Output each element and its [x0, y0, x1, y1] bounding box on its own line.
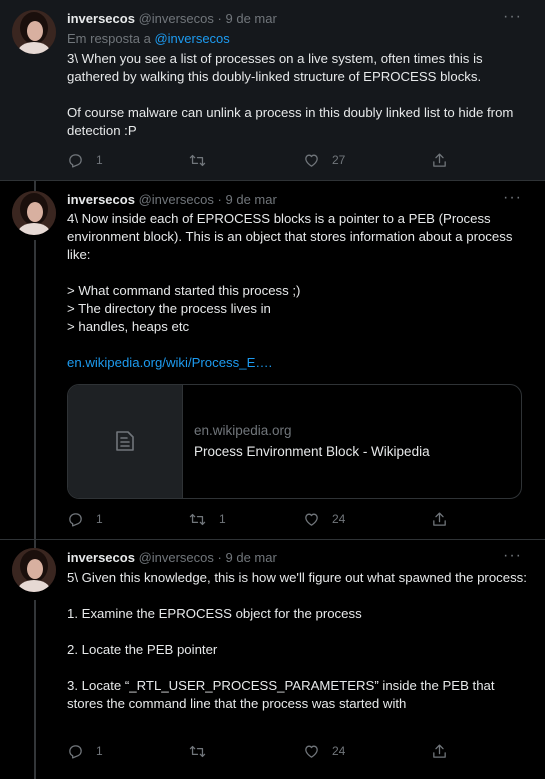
tweet-date[interactable]: 9 de mar	[226, 192, 277, 207]
more-horizontal-icon[interactable]: ···	[503, 548, 521, 569]
author-name[interactable]: inversecos	[67, 192, 135, 207]
like-count: 27	[332, 153, 346, 167]
tweet-paragraph: 4\ Now inside each of EPROCESS blocks is…	[67, 211, 513, 262]
tweet-actions: 1 27	[67, 150, 467, 170]
retweet-icon	[189, 154, 206, 166]
retweet-count: 1	[219, 512, 226, 526]
author-handle[interactable]: @inversecos	[139, 192, 214, 207]
tweet-paragraph: > What command started this process ;) >…	[67, 283, 301, 334]
link-preview-card[interactable]: en.wikipedia.org Process Environment Blo…	[67, 384, 522, 499]
more-horizontal-icon[interactable]: ···	[503, 190, 521, 211]
share-icon	[433, 152, 446, 167]
reply-button[interactable]: 1	[67, 741, 103, 761]
reply-count: 1	[96, 744, 103, 758]
more-horizontal-icon[interactable]: ···	[503, 9, 521, 30]
heart-icon	[305, 154, 318, 167]
tweet-header: inversecos @inversecos · 9 de mar	[67, 10, 277, 28]
heart-icon	[305, 513, 318, 526]
author-handle[interactable]: @inversecos	[139, 550, 214, 565]
share-button[interactable]	[431, 509, 460, 529]
author-name[interactable]: inversecos	[67, 11, 135, 26]
tweet-paragraph: Of course malware can unlink a process i…	[67, 105, 514, 138]
document-icon	[116, 431, 134, 451]
tweet-5[interactable]: inversecos @inversecos · 9 de mar ··· 5\…	[0, 540, 545, 779]
share-button[interactable]	[431, 741, 460, 761]
retweet-icon	[189, 513, 206, 525]
wikipedia-link[interactable]: en.wikipedia.org/wiki/Process_E….	[67, 354, 527, 372]
tweet-text: 5\ Given this knowledge, this is how we'…	[67, 569, 527, 713]
avatar[interactable]	[12, 10, 56, 54]
tweet-text: 4\ Now inside each of EPROCESS blocks is…	[67, 210, 527, 372]
tweet-date[interactable]: 9 de mar	[226, 11, 277, 26]
retweet-button[interactable]: 1	[188, 509, 226, 529]
retweet-button[interactable]	[188, 150, 219, 170]
share-icon	[433, 743, 446, 758]
reply-icon	[69, 512, 82, 527]
tweet-text: 3\ When you see a list of processes on a…	[67, 50, 527, 140]
reply-prefix: Em resposta a	[67, 31, 151, 46]
reply-context: Em resposta a @inversecos	[67, 30, 230, 48]
tweet-paragraph: 2. Locate the PEB pointer	[67, 642, 218, 657]
reply-icon	[69, 744, 82, 759]
reply-count: 1	[96, 512, 103, 526]
tweet-paragraph: 5\ Given this knowledge, this is how we'…	[67, 570, 527, 585]
avatar[interactable]	[12, 191, 56, 235]
author-handle[interactable]: @inversecos	[139, 11, 214, 26]
card-domain: en.wikipedia.org	[194, 423, 292, 438]
tweet-actions: 1 24	[67, 741, 467, 761]
reply-handle-link[interactable]: @inversecos	[154, 31, 229, 46]
tweet-paragraph: 3. Locate “_RTL_USER_PROCESS_PARAMETERS”…	[67, 678, 495, 711]
like-count: 24	[332, 512, 346, 526]
like-button[interactable]: 24	[303, 509, 345, 529]
avatar[interactable]	[12, 548, 56, 592]
like-button[interactable]: 24	[303, 741, 345, 761]
reply-button[interactable]: 1	[67, 150, 103, 170]
reply-button[interactable]: 1	[67, 509, 103, 529]
card-thumbnail	[68, 385, 183, 498]
tweet-date[interactable]: 9 de mar	[226, 550, 277, 565]
reply-icon	[69, 153, 82, 168]
tweet-paragraph: 1. Examine the EPROCESS object for the p…	[67, 606, 362, 621]
retweet-button[interactable]	[188, 741, 219, 761]
reply-count: 1	[96, 153, 103, 167]
separator: ·	[217, 550, 222, 565]
tweet-header: inversecos @inversecos · 9 de mar	[67, 191, 277, 209]
tweet-3[interactable]: inversecos @inversecos · 9 de mar ··· Em…	[0, 0, 545, 181]
author-name[interactable]: inversecos	[67, 550, 135, 565]
tweet-paragraph: 3\ When you see a list of processes on a…	[67, 51, 483, 84]
like-count: 24	[332, 744, 346, 758]
heart-icon	[305, 745, 318, 758]
tweet-header: inversecos @inversecos · 9 de mar	[67, 549, 277, 567]
tweet-4[interactable]: inversecos @inversecos · 9 de mar ··· 4\…	[0, 181, 545, 540]
separator: ·	[217, 192, 222, 207]
separator: ·	[217, 11, 222, 26]
card-title: Process Environment Block - Wikipedia	[194, 444, 430, 459]
like-button[interactable]: 27	[303, 150, 345, 170]
share-button[interactable]	[431, 150, 460, 170]
tweet-actions: 1 1 24	[67, 509, 467, 529]
share-icon	[433, 511, 446, 526]
retweet-icon	[189, 745, 206, 757]
